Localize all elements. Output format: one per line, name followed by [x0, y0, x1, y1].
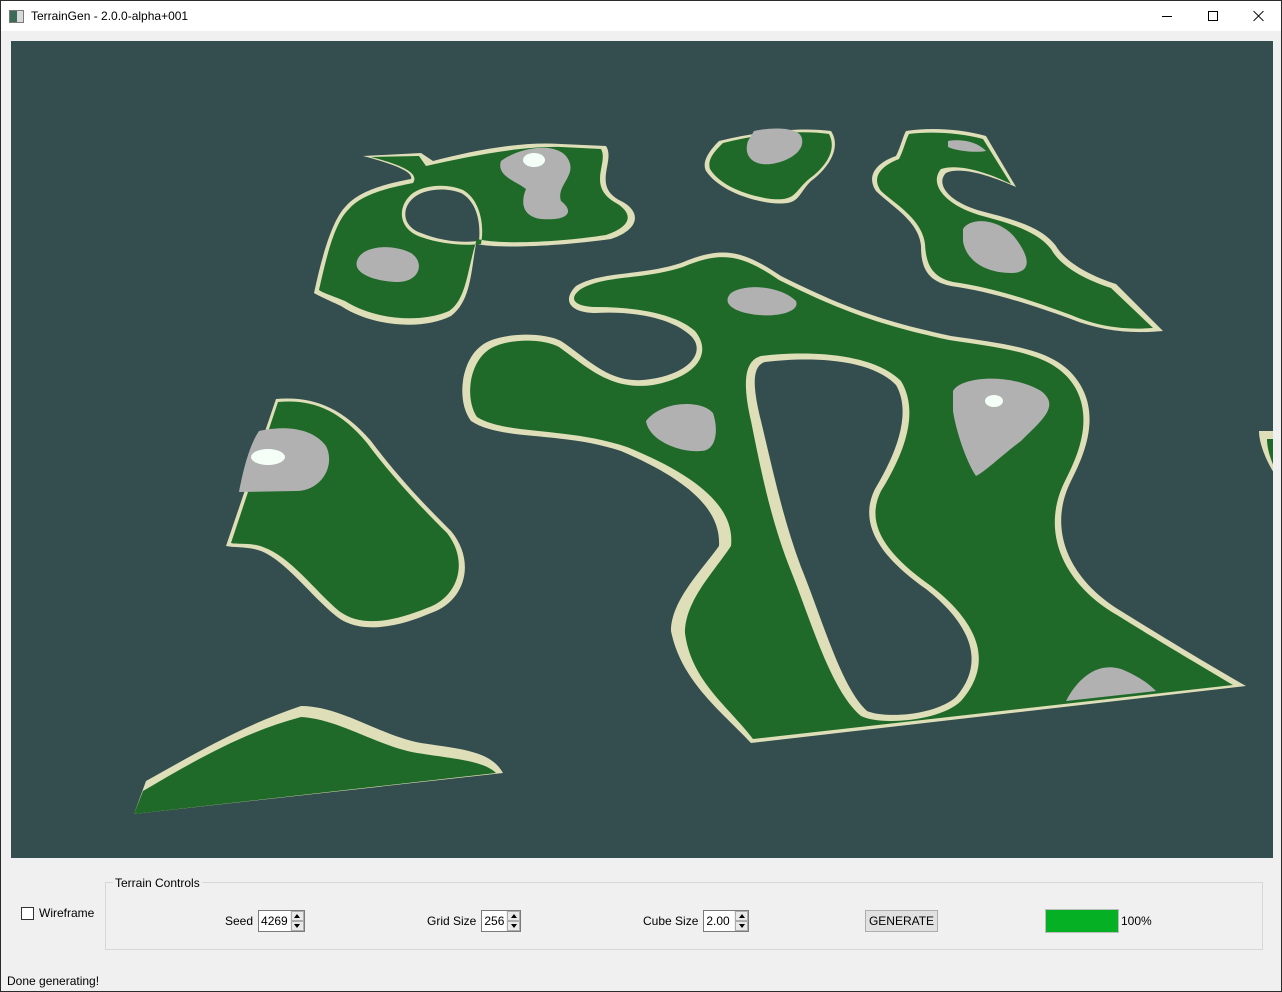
cube-size-value[interactable]: 2.00	[704, 911, 735, 931]
title-bar[interactable]: TerrainGen - 2.0.0-alpha+001	[1, 1, 1281, 31]
island-right-edge	[1259, 431, 1273, 472]
seed-label: Seed	[225, 914, 254, 928]
cube-size-spinbox[interactable]: 2.00	[703, 910, 750, 932]
grid-size-value[interactable]: 256	[482, 911, 507, 931]
terrain-render	[134, 128, 1273, 814]
island-bottom-left	[134, 706, 503, 814]
seed-decrement-button[interactable]	[290, 921, 304, 931]
app-icon	[9, 10, 24, 23]
grid-size-label: Grid Size	[427, 914, 477, 928]
wireframe-checkbox[interactable]	[21, 906, 34, 920]
terrain-viewport[interactable]	[11, 41, 1273, 858]
wireframe-toggle[interactable]: Wireframe	[21, 906, 94, 920]
arrow-up-icon	[294, 914, 301, 918]
main-window: TerrainGen - 2.0.0-alpha+001 Wireframe T…	[0, 0, 1282, 992]
cube-size-decrement-button[interactable]	[735, 921, 749, 931]
grid-size-decrement-button[interactable]	[507, 921, 521, 931]
generation-progress-bar	[1045, 909, 1119, 933]
maximize-button[interactable]	[1190, 1, 1236, 31]
seed-increment-button[interactable]	[290, 911, 304, 921]
island-top-center	[704, 128, 835, 204]
island-top-right	[872, 128, 1163, 333]
progress-percent-label: 100%	[1121, 914, 1152, 928]
minimize-icon	[1162, 15, 1172, 17]
arrow-up-icon	[510, 914, 517, 918]
arrow-down-icon	[294, 924, 301, 928]
seed-spinbox[interactable]: 4269	[258, 910, 305, 932]
seed-field: Seed 4269	[225, 910, 305, 932]
grid-size-spinbox[interactable]: 256	[481, 910, 522, 932]
wireframe-label: Wireframe	[39, 906, 95, 920]
minimize-button[interactable]	[1144, 1, 1190, 31]
cube-size-increment-button[interactable]	[735, 911, 749, 921]
grid-size-increment-button[interactable]	[507, 911, 521, 921]
status-message: Done generating!	[7, 974, 100, 988]
progress-fill	[1046, 910, 1118, 932]
close-button[interactable]	[1236, 1, 1282, 31]
arrow-up-icon	[738, 914, 745, 918]
island-left	[226, 398, 465, 628]
grid-size-field: Grid Size 256	[427, 910, 522, 932]
cube-size-label: Cube Size	[643, 914, 699, 928]
seed-value[interactable]: 4269	[259, 911, 290, 931]
generate-button[interactable]: GENERATE	[865, 910, 938, 932]
arrow-down-icon	[738, 924, 745, 928]
close-icon	[1253, 10, 1265, 22]
arrow-down-icon	[510, 924, 517, 928]
terrain-controls-title: Terrain Controls	[113, 876, 202, 890]
window-title: TerrainGen - 2.0.0-alpha+001	[31, 9, 189, 23]
cube-size-field: Cube Size 2.00	[643, 910, 750, 932]
maximize-icon	[1208, 11, 1218, 21]
